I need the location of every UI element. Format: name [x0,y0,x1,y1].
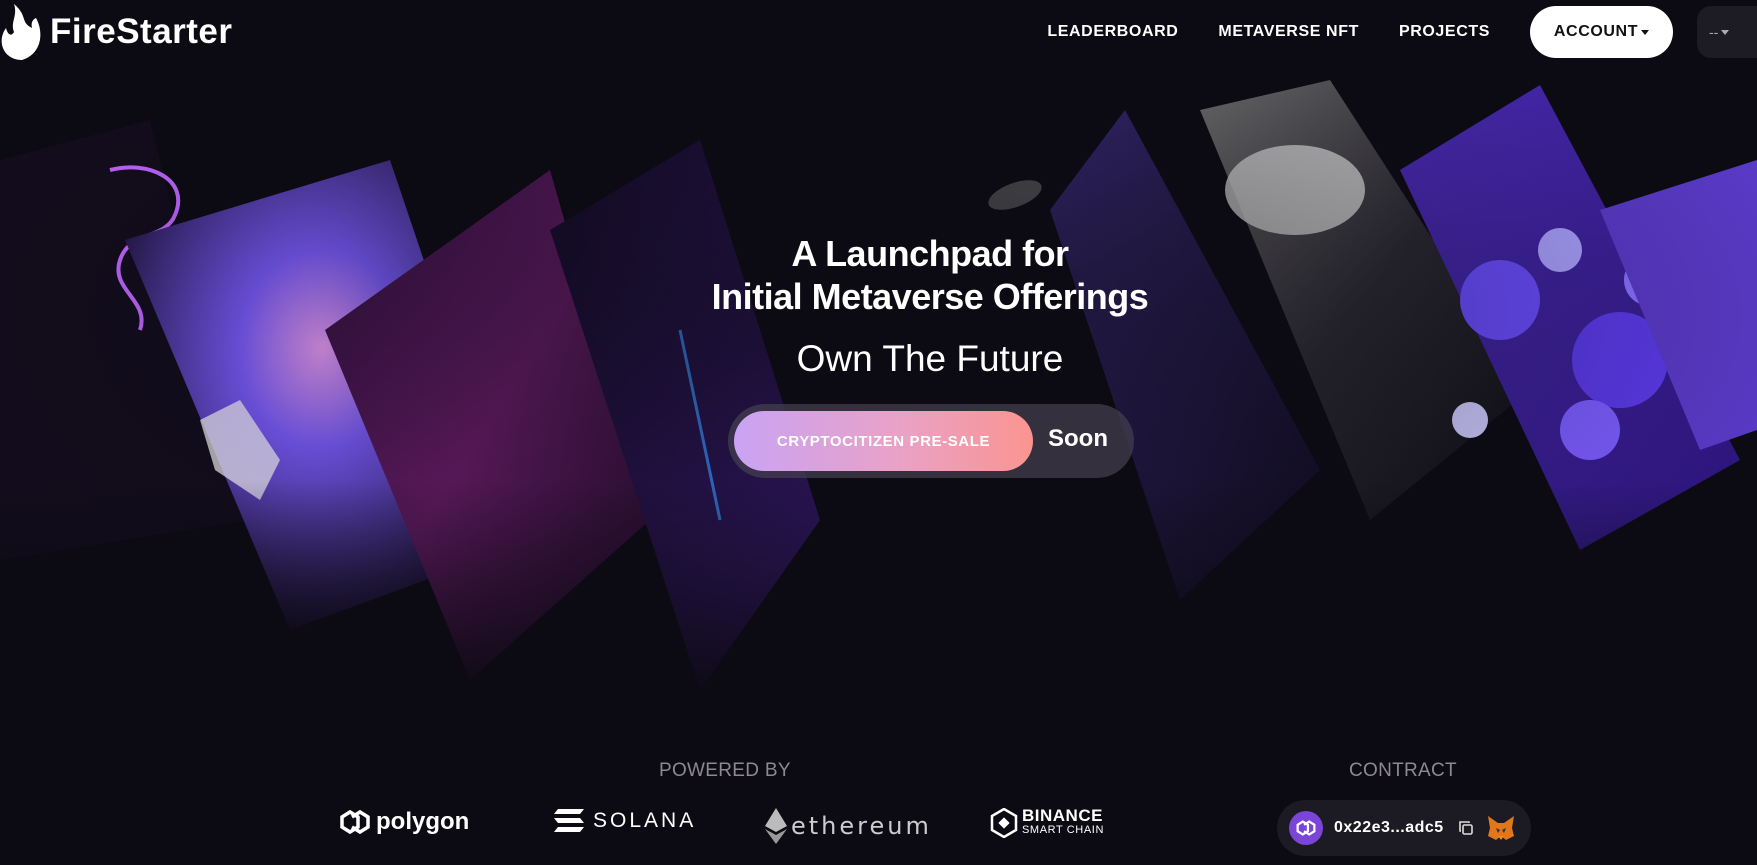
metamask-fox-icon[interactable] [1486,814,1516,842]
brand-logo[interactable]: FireStarter [0,2,233,62]
hero-title-line-2: Initial Metaverse Offerings [711,276,1149,317]
contract-pill: 0x22e3...adc5 [1277,800,1531,856]
account-label: ACCOUNT [1553,23,1639,40]
partner-ethereum-label: ethereum [791,812,932,840]
main-nav: LEADERBOARD METAVERSE NFT PROJECTS ACCOU… [1047,6,1757,58]
top-navbar: FireStarter LEADERBOARD METAVERSE NFT PR… [0,0,1757,66]
account-dropdown-button[interactable]: ACCOUNT [1530,6,1673,58]
presale-button[interactable]: CRYPTOCITIZEN PRE-SALE [734,411,1033,471]
hero-subtitle: Own The Future [796,338,1064,379]
polygon-icon [340,809,370,835]
hero-title: A Launchpad for Initial Metaverse Offeri… [0,232,1757,318]
contract-address[interactable]: 0x22e3...adc5 [1334,819,1444,837]
network-label: -- [1709,24,1719,40]
partner-binance[interactable]: BINANCE SMART CHAIN [990,806,1104,838]
partner-polygon-label: polygon [376,808,470,835]
contract-label: CONTRACT [1349,760,1457,781]
copy-icon[interactable] [1458,820,1474,836]
nav-projects[interactable]: PROJECTS [1399,23,1490,41]
partner-solana-label: SOLANA [593,809,697,832]
flame-icon [1,4,41,60]
brand-name: FireStarter [50,12,233,51]
nav-metaverse-nft[interactable]: METAVERSE NFT [1218,23,1359,41]
partner-binance-sublabel: SMART CHAIN [1022,824,1104,836]
partner-polygon[interactable]: polygon [338,808,469,836]
partner-solana[interactable]: SOLANA [553,808,696,834]
hero-title-line-1: A Launchpad for [791,233,1069,274]
ethereum-icon [765,808,787,844]
chevron-down-icon [1641,29,1650,35]
chevron-down-icon [1721,29,1730,35]
binance-icon [990,808,1018,838]
presale-status: Soon [1048,425,1108,452]
presale-cta-container: CRYPTOCITIZEN PRE-SALE Soon [728,404,1134,478]
partner-ethereum[interactable]: ethereum [765,808,932,844]
partner-binance-label: BINANCE [1022,806,1103,825]
nav-leaderboard[interactable]: LEADERBOARD [1047,23,1178,41]
powered-by-label: POWERED BY [659,760,791,781]
polygon-icon [1289,811,1323,845]
solana-icon [554,809,584,832]
network-selector[interactable]: -- [1697,6,1757,58]
